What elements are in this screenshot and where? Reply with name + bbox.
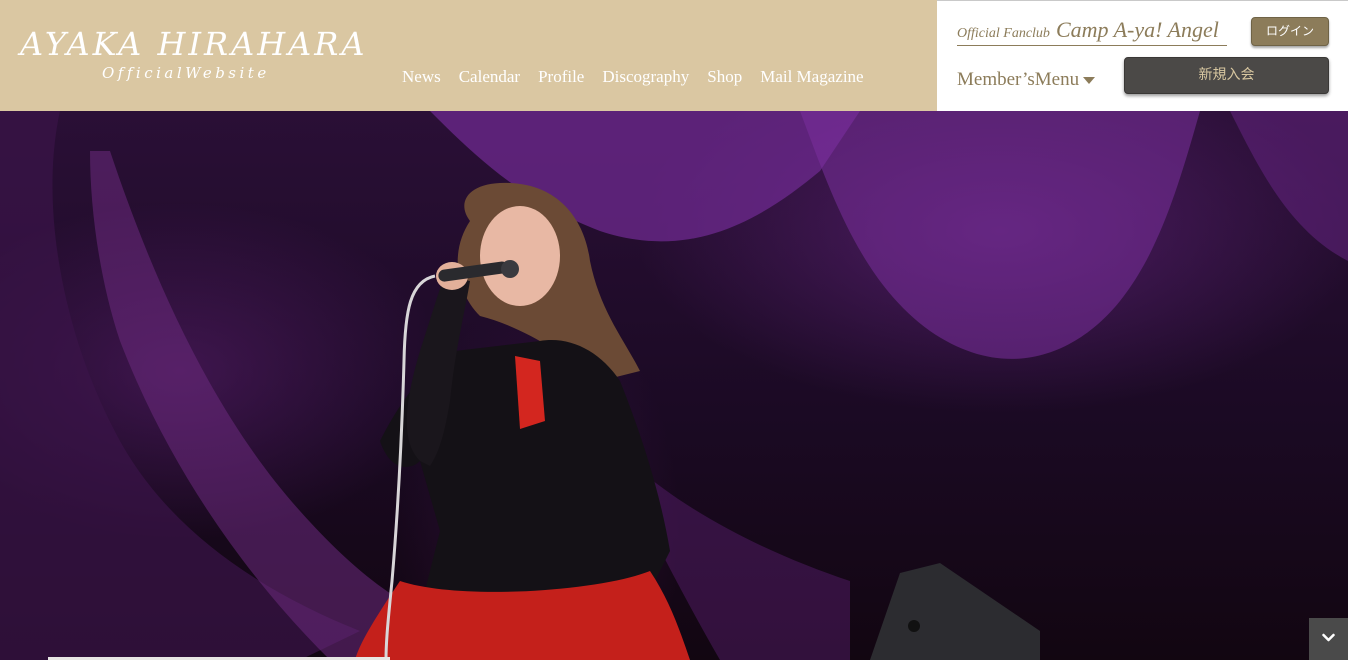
logo-title: AYAKA HIRAHARA xyxy=(20,25,368,63)
stage-speaker xyxy=(908,620,920,632)
nav-shop[interactable]: Shop xyxy=(707,66,742,88)
nav-news[interactable]: News xyxy=(402,66,441,88)
stage-drape xyxy=(1230,111,1348,261)
fanclub-panel: Official Fanclub Camp A-ya! Angel ログイン Me… xyxy=(937,0,1348,111)
singer-photo xyxy=(0,111,1348,660)
scroll-down-button[interactable] xyxy=(1309,618,1348,660)
hero-slider[interactable] xyxy=(0,111,1348,660)
fanclub-label: Official Fanclub xyxy=(957,26,1050,41)
join-button[interactable]: 新規入会 xyxy=(1124,57,1329,94)
site-header: AYAKA HIRAHARA OfficialWebsite News Cale… xyxy=(0,0,1348,111)
nav-calendar[interactable]: Calendar xyxy=(459,66,520,88)
site-logo[interactable]: AYAKA HIRAHARA OfficialWebsite xyxy=(20,24,368,82)
singer-face xyxy=(480,206,560,306)
microphone xyxy=(501,260,519,278)
nav-profile[interactable]: Profile xyxy=(538,66,584,88)
fanclub-title[interactable]: Official Fanclub Camp A-ya! Angel xyxy=(957,17,1227,46)
chevron-down-icon xyxy=(1322,633,1335,642)
nav-discography[interactable]: Discography xyxy=(602,66,689,88)
members-menu-label: Member’sMenu xyxy=(957,69,1080,90)
fanclub-name: Camp A-ya! Angel xyxy=(1055,17,1219,42)
login-button[interactable]: ログイン xyxy=(1251,17,1329,46)
members-menu-toggle[interactable]: Member’sMenu xyxy=(957,68,1096,92)
stage-speaker xyxy=(870,563,1040,660)
stage-drape xyxy=(800,111,1200,359)
brand-panel: AYAKA HIRAHARA OfficialWebsite News Cale… xyxy=(0,0,937,111)
logo-subtitle: OfficialWebsite xyxy=(102,64,270,82)
main-nav: News Calendar Profile Discography Shop M… xyxy=(402,66,864,88)
nav-mail-magazine[interactable]: Mail Magazine xyxy=(760,66,863,88)
caret-down-icon xyxy=(1083,77,1096,85)
